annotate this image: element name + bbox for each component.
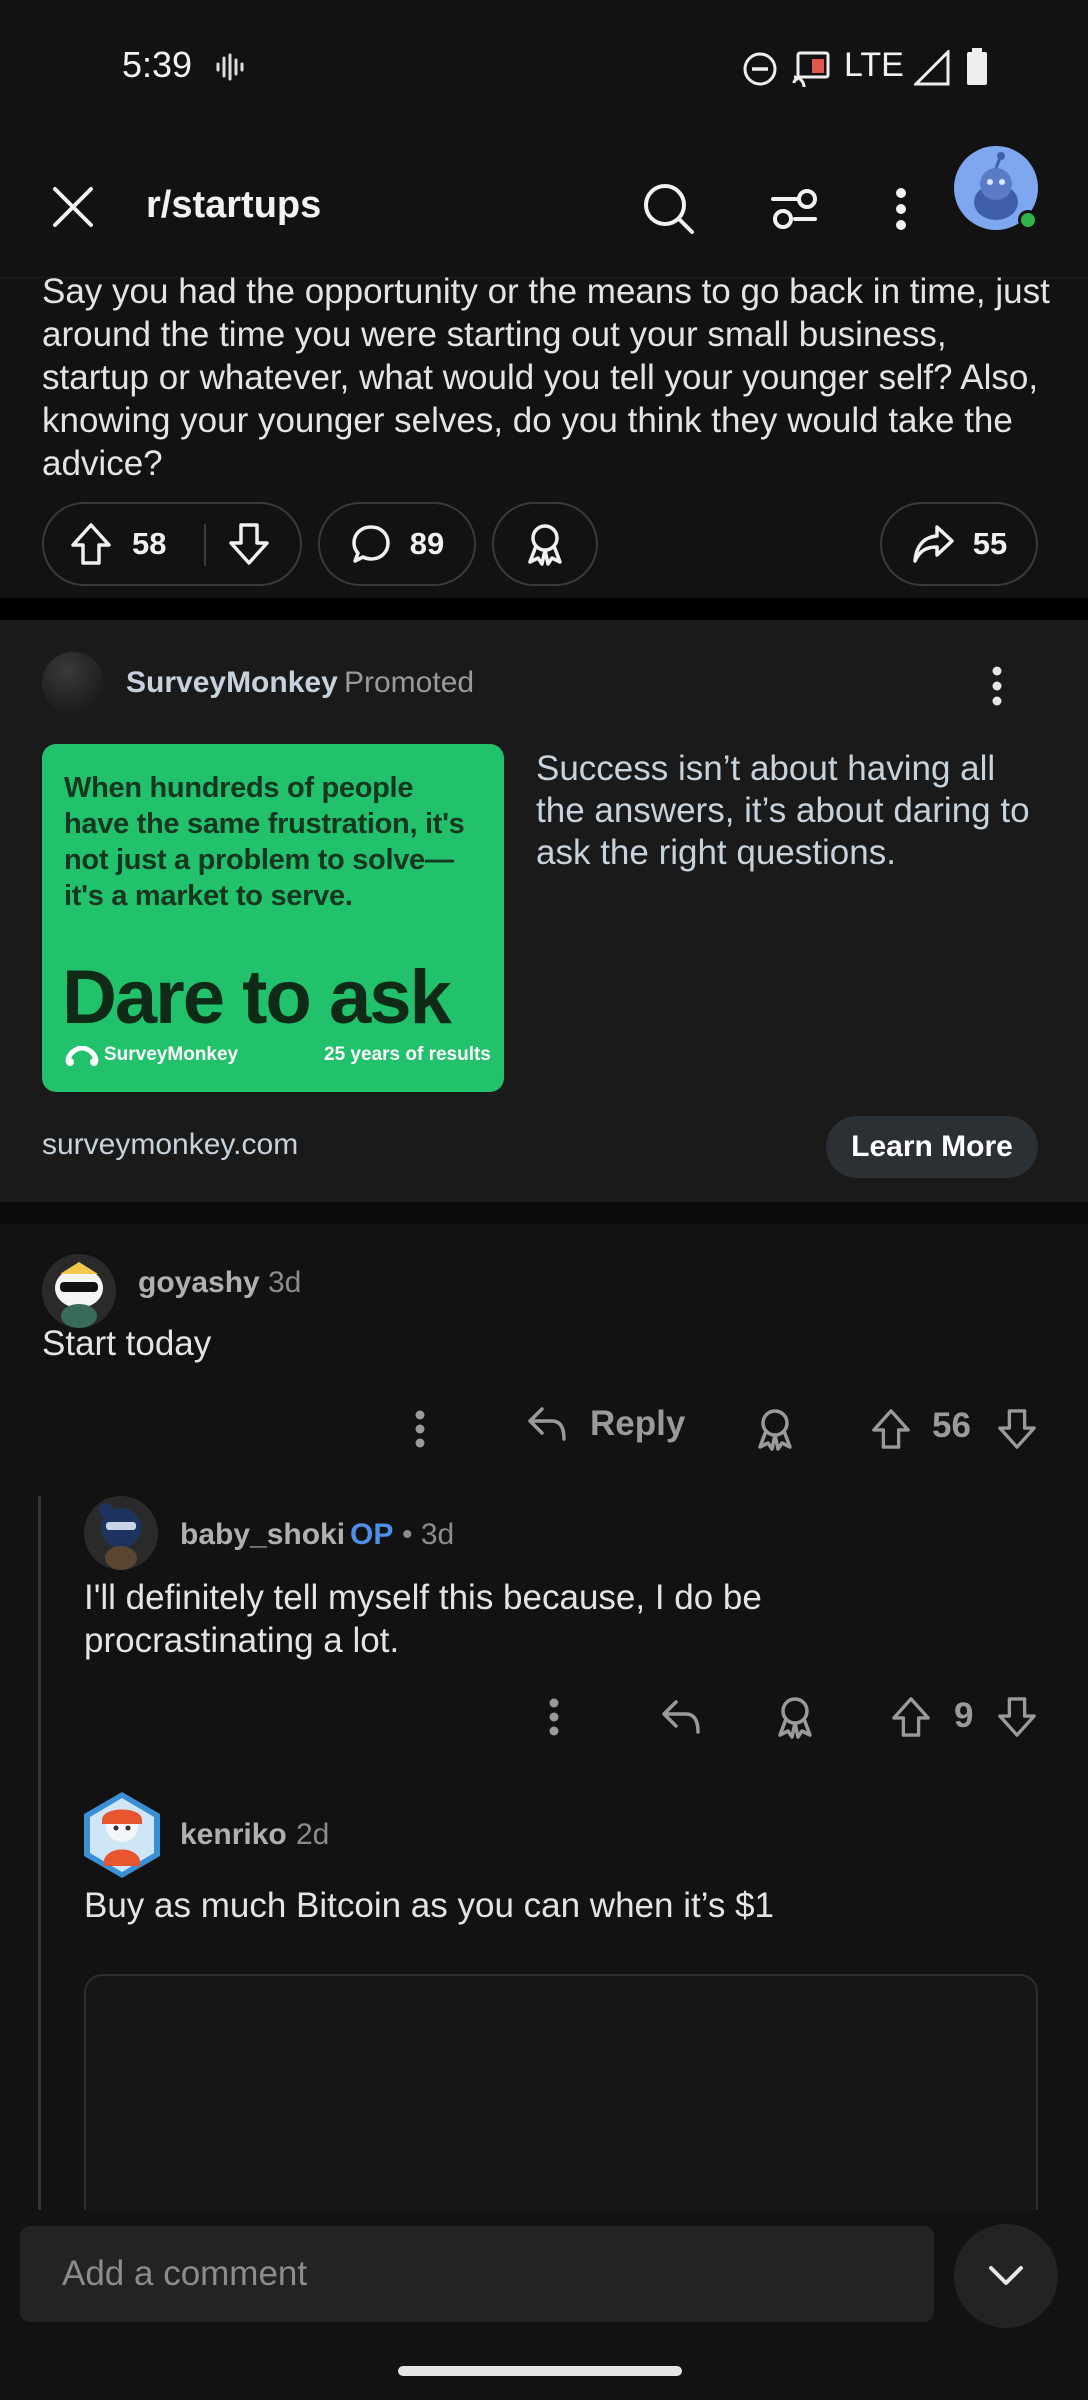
home-indicator[interactable] (398, 2366, 682, 2376)
add-comment-input[interactable]: Add a comment (20, 2226, 934, 2322)
learn-more-button[interactable]: Learn More (826, 1116, 1038, 1178)
share-button[interactable]: 55 (880, 502, 1038, 586)
downvote-icon (997, 1696, 1037, 1738)
comment-text: Buy as much Bitcoin as you can when it’s… (84, 1886, 775, 1925)
more-vert-icon (549, 1698, 559, 1736)
voicemail-icon (214, 52, 244, 82)
signal-icon (914, 50, 950, 86)
comment-icon (350, 523, 392, 565)
filter-button[interactable] (758, 172, 832, 246)
section-divider (0, 1202, 1088, 1224)
collapse-button[interactable] (954, 2224, 1058, 2328)
comment-more-button[interactable] (400, 1396, 440, 1462)
upvote-icon (70, 522, 112, 566)
comment-age: • 3d (402, 1518, 455, 1551)
comment-username[interactable]: baby_shoki (180, 1518, 345, 1552)
ad-image-tagline: 25 years of results (324, 1044, 491, 1065)
close-button[interactable] (38, 172, 108, 242)
downvote-icon (228, 522, 270, 566)
cast-icon (792, 49, 832, 87)
comment-age: 3d (268, 1266, 302, 1299)
upvote-button[interactable] (886, 1684, 936, 1750)
avatar[interactable] (84, 1496, 158, 1570)
upvote-button[interactable]: 58 (70, 522, 166, 566)
upvote-button[interactable] (866, 1396, 916, 1462)
composer-bar: Add a comment (0, 2210, 1088, 2400)
header-bar: r/startups (0, 130, 1088, 278)
reply-label: Reply (590, 1404, 686, 1443)
section-divider (0, 598, 1088, 620)
ad-image-text: When hundreds of people have the same fr… (64, 772, 465, 912)
comment: goyashy 3d Start today Reply 56 (0, 1224, 1088, 1484)
ad-image[interactable]: When hundreds of people have the same fr… (42, 744, 504, 1092)
surveymonkey-logo-icon (64, 1046, 100, 1066)
comment-username[interactable]: goyashy (138, 1266, 260, 1300)
comment-media[interactable] (84, 1974, 1038, 2214)
more-vert-icon (895, 187, 907, 231)
close-icon (51, 185, 95, 229)
ad-options-button[interactable] (972, 656, 1022, 716)
comment-more-button[interactable] (534, 1684, 574, 1750)
avatar[interactable] (80, 1790, 164, 1880)
dnd-icon (742, 51, 778, 87)
reply-button[interactable] (654, 1684, 708, 1750)
award-button[interactable] (492, 502, 598, 586)
add-comment-placeholder: Add a comment (62, 2254, 308, 2293)
ad-description[interactable]: Success isn’t about having all the answe… (536, 748, 1046, 874)
award-button[interactable] (768, 1684, 822, 1750)
upvote-icon (871, 1408, 911, 1450)
op-badge: OP (350, 1518, 394, 1551)
award-button[interactable] (748, 1396, 802, 1462)
status-bar: 5:39 LTE (0, 0, 1088, 130)
ad-image-headline: Dare to ask (62, 955, 452, 1040)
comment-username[interactable]: kenriko (180, 1818, 287, 1852)
comment: kenriko 2d Buy as much Bitcoin as you ca… (0, 1774, 1088, 2214)
downvote-icon (997, 1408, 1037, 1450)
advertiser-avatar[interactable] (42, 652, 104, 714)
comment-age: 2d (296, 1818, 330, 1851)
upvote-icon (891, 1696, 931, 1738)
share-count: 55 (972, 526, 1008, 561)
avatar[interactable] (954, 146, 1038, 230)
filter-icon (769, 185, 821, 233)
award-icon (754, 1407, 796, 1451)
comment-score: 9 (954, 1696, 974, 1735)
ad-domain[interactable]: surveymonkey.com (42, 1128, 298, 1162)
award-icon (524, 522, 566, 566)
reply-icon (660, 1698, 702, 1736)
comment-text: Start today (42, 1324, 212, 1363)
downvote-button[interactable] (228, 522, 270, 566)
advertiser-name[interactable]: SurveyMonkey (126, 666, 338, 700)
share-icon (911, 523, 955, 565)
post-body: Say you had the opportunity or the means… (42, 272, 1050, 483)
ad-image-brand: SurveyMonkey (104, 1044, 239, 1065)
comment-count: 89 (409, 526, 445, 561)
promoted-ad[interactable]: SurveyMonkey Promoted When hundreds of p… (0, 620, 1088, 1202)
award-icon (774, 1695, 816, 1739)
vote-divider (204, 524, 206, 566)
vote-pill: 58 (42, 502, 302, 586)
search-icon (643, 183, 695, 235)
avatar[interactable] (42, 1254, 116, 1328)
status-time: 5:39 (122, 44, 193, 85)
reply-button[interactable]: Reply (526, 1404, 685, 1444)
chevron-down-icon (987, 2264, 1025, 2288)
comment-text: I'll definitely tell myself this because… (84, 1578, 762, 1660)
reply-icon (526, 1405, 568, 1443)
promoted-label: Promoted (344, 666, 475, 699)
more-options-button[interactable] (866, 172, 936, 246)
post-score: 58 (132, 526, 167, 561)
comment: baby_shoki OP • 3d I'll definitely tell … (0, 1484, 1088, 1774)
comments-button[interactable]: 89 (318, 502, 476, 586)
network-label: LTE (844, 46, 904, 84)
battery-icon (966, 48, 988, 86)
downvote-button[interactable] (992, 1684, 1042, 1750)
comment-score: 56 (932, 1406, 971, 1445)
more-vert-icon (991, 666, 1003, 706)
subreddit-title[interactable]: r/startups (146, 184, 321, 227)
search-button[interactable] (632, 172, 706, 246)
more-vert-icon (415, 1410, 425, 1448)
downvote-button[interactable] (992, 1396, 1042, 1462)
online-indicator (1018, 210, 1038, 230)
